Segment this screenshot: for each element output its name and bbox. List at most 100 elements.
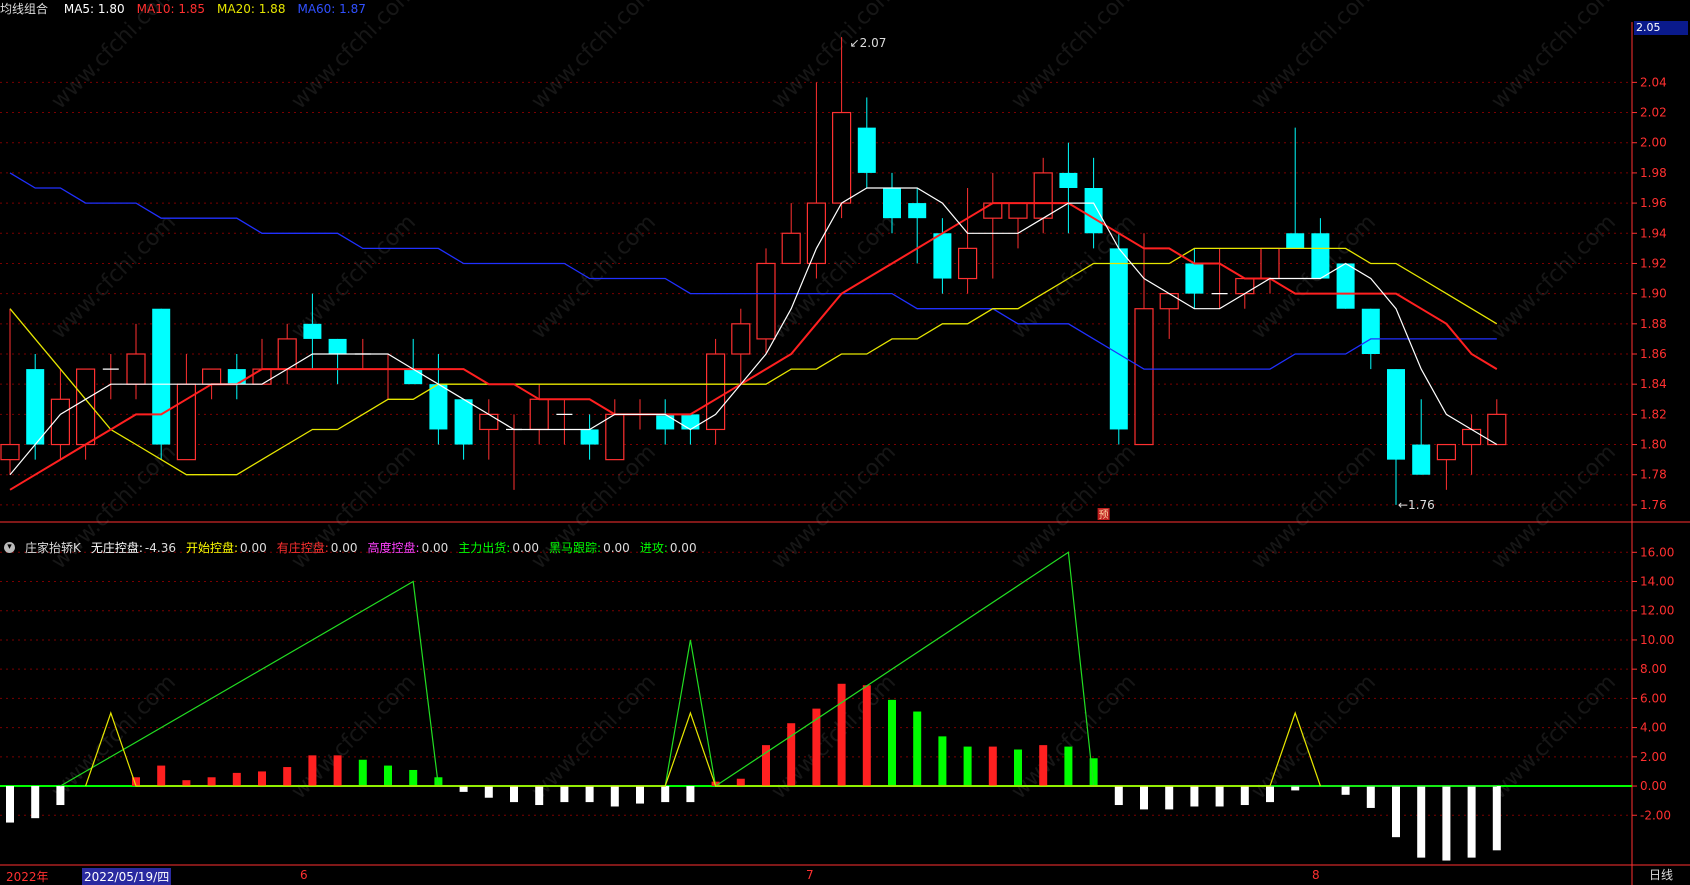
indicator-bar xyxy=(560,786,569,803)
indicator-legend-1: 开始控盘: 0.00 xyxy=(185,540,267,555)
candle-up xyxy=(529,398,549,431)
indicator-bar xyxy=(1291,786,1300,791)
indicator-bar xyxy=(6,786,14,823)
indicator-bar xyxy=(888,699,896,787)
indicator-bar xyxy=(1215,786,1224,807)
watermark-text: www.cfchi.com xyxy=(767,0,901,114)
indicator-bar xyxy=(1190,786,1199,807)
indicator-bar xyxy=(988,746,997,787)
indicator-bar xyxy=(358,759,367,787)
chart-canvas[interactable]: 2.04 2.02 2.00 1.98 1.96 1.94 1.92 1.90 1.88 1.86… xyxy=(0,0,1690,885)
candle-up xyxy=(756,262,776,340)
candle-down xyxy=(908,203,927,219)
watermark-text: www.cfchi.com xyxy=(767,440,901,574)
indicator-bar xyxy=(1392,786,1400,838)
indicator-bar xyxy=(913,711,922,787)
price-tick-label: 1.84 xyxy=(1640,377,1667,391)
indicator-bar xyxy=(484,786,493,798)
indicator-bar xyxy=(535,786,544,806)
candle-up xyxy=(1159,293,1179,310)
date-label-2: 6 xyxy=(300,868,308,882)
price-tick-label: 1.96 xyxy=(1640,196,1667,210)
indicator-bar xyxy=(1341,786,1350,795)
date-label-0: 2022年 xyxy=(6,870,49,884)
indicator-legend-2: 有庄控盘: 0.00 xyxy=(276,540,358,555)
candle-up xyxy=(1436,443,1457,461)
candle-down xyxy=(580,429,599,445)
watermark-text: www.cfchi.com xyxy=(1487,670,1621,804)
candle-down xyxy=(227,369,246,385)
indicator-bar xyxy=(1064,746,1073,787)
indicator-bar xyxy=(787,723,796,787)
price-tick-label: 2.02 xyxy=(1640,106,1667,120)
candle-down xyxy=(1412,444,1431,475)
period-button[interactable]: 日线 xyxy=(1636,866,1686,884)
indicator-legend-0: 无庄控盘: -4.36 xyxy=(90,540,176,555)
indicator-bar xyxy=(333,755,342,787)
indicator-bar xyxy=(1114,786,1123,806)
ind-tick-label: 16.00 xyxy=(1640,545,1674,559)
indicator-bar xyxy=(1165,786,1174,810)
indicator-bar xyxy=(661,786,670,803)
watermark-text: www.cfchi.com xyxy=(47,0,181,114)
price-tick-label: 1.80 xyxy=(1640,438,1667,452)
candle-down xyxy=(1185,263,1204,294)
indicator-legend-5: 黑马跟踪: 0.00 xyxy=(549,540,630,555)
indicator-bar xyxy=(1442,786,1451,861)
watermark-text: www.cfchi.com xyxy=(1007,670,1141,804)
candle-down xyxy=(1084,188,1103,234)
candle-down xyxy=(1311,233,1330,279)
low-price-label: ←1.76 xyxy=(1398,498,1435,512)
ind-tick-label: 2.00 xyxy=(1640,750,1667,764)
watermark-text: www.cfchi.com xyxy=(1007,0,1141,114)
ind-tick-label: 14.00 xyxy=(1640,575,1674,589)
candle-down xyxy=(1336,263,1355,309)
candle-up xyxy=(1461,428,1482,446)
indicator-name[interactable]: 庄家抬轿K xyxy=(25,539,81,556)
indicator-bar xyxy=(459,786,468,792)
date-label-3: 7 xyxy=(806,868,814,882)
indicator-bar xyxy=(232,772,241,787)
indicator-bar xyxy=(510,786,518,803)
indicator-bar xyxy=(182,780,191,787)
ma10-line xyxy=(9,202,1498,491)
indicator-bar xyxy=(837,683,846,787)
indicator-bar xyxy=(686,786,695,803)
indicator-bar xyxy=(384,765,392,787)
candle-down xyxy=(1109,248,1128,430)
price-tick-label: 1.98 xyxy=(1640,166,1667,180)
candle-up xyxy=(731,323,751,355)
candle-up xyxy=(1487,413,1507,446)
indicator-bar xyxy=(207,777,216,787)
candle-up xyxy=(957,247,978,280)
candle-up xyxy=(202,368,222,385)
price-tick-label: 1.94 xyxy=(1640,226,1667,240)
indicator-bar xyxy=(636,786,644,804)
indicator-bar xyxy=(812,708,821,787)
ind-tick-label: 10.00 xyxy=(1640,633,1674,647)
price-tick-label: 2.00 xyxy=(1640,136,1667,150)
indicator-bar xyxy=(1266,786,1274,803)
indicator-bar xyxy=(736,778,745,787)
indicator-collapse-icon[interactable]: ▾ xyxy=(4,541,15,553)
indicator-bar xyxy=(157,765,166,787)
watermark-text: www.cfchi.com xyxy=(527,670,661,804)
watermark-text: www.cfchi.com xyxy=(1247,0,1381,114)
watermark-text: www.cfchi.com xyxy=(287,0,421,114)
indicator-bar xyxy=(1467,786,1476,858)
candle-down xyxy=(1286,233,1305,249)
indicator-bar xyxy=(610,786,619,807)
watermark-text: www.cfchi.com xyxy=(527,0,661,114)
indicator-bar xyxy=(1140,786,1148,810)
candle-down xyxy=(152,308,171,445)
candle-down xyxy=(1059,172,1078,188)
indicator-bar xyxy=(585,786,594,803)
candle-down xyxy=(933,233,952,279)
candle-up xyxy=(781,232,801,265)
watermark-text: www.cfchi.com xyxy=(1247,670,1381,804)
watermark-text: www.cfchi.com xyxy=(1247,440,1381,574)
ind-tick-label: -2.00 xyxy=(1640,808,1671,822)
watermark-text: www.cfchi.com xyxy=(527,210,661,344)
candle-down xyxy=(454,399,473,445)
ind-tick-label: 12.00 xyxy=(1640,604,1674,618)
